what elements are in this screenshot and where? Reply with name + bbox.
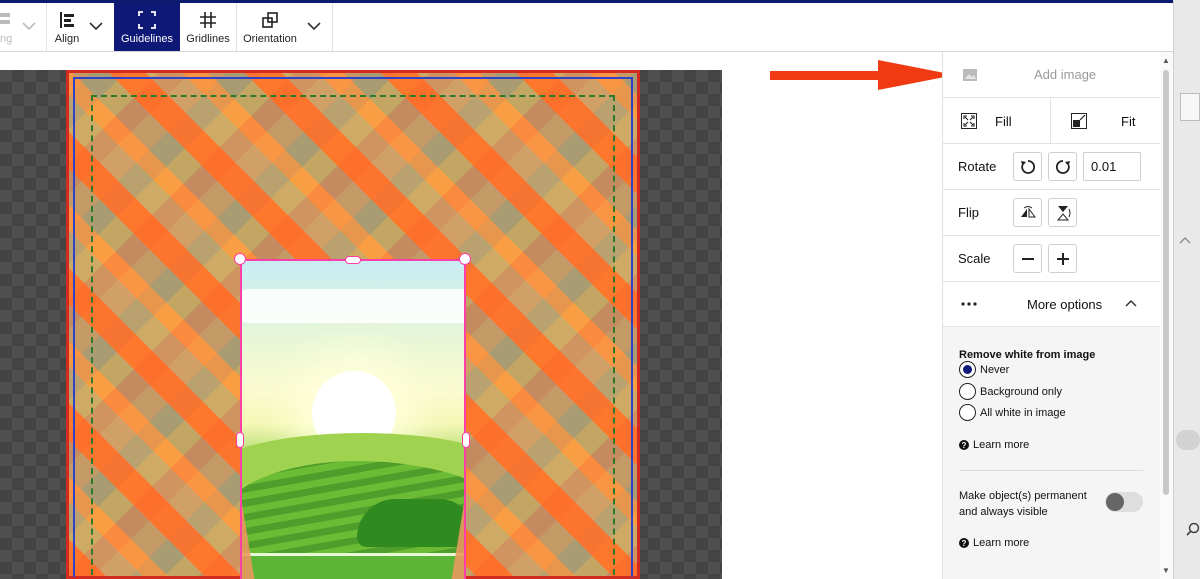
resize-handle-top-left[interactable] bbox=[234, 253, 246, 265]
radio-unselected[interactable] bbox=[959, 404, 976, 421]
fit-label: Fit bbox=[1121, 113, 1136, 129]
help-icon: ? bbox=[959, 538, 969, 548]
orientation-icon bbox=[262, 12, 278, 28]
remove-white-option-all[interactable]: All white in image bbox=[959, 404, 1066, 421]
fill-fit-row: Fill Fit bbox=[943, 98, 1161, 144]
chevron-up-icon bbox=[1125, 299, 1137, 307]
toolbar-partial-label: ng bbox=[0, 33, 13, 45]
flip-vertical-icon bbox=[1056, 205, 1070, 220]
guidelines-button[interactable]: Guidelines bbox=[114, 3, 180, 51]
image-grass bbox=[242, 553, 464, 579]
scale-decrease-button[interactable] bbox=[1013, 244, 1042, 273]
plus-icon bbox=[1056, 252, 1069, 265]
image-properties-panel: Add image Fill Fit Rotate Flip Scale bbox=[942, 52, 1161, 579]
red-arrow-icon bbox=[770, 60, 955, 90]
permanent-label: Make object(s) permanent and always visi… bbox=[959, 490, 1087, 518]
flip-row: Flip bbox=[943, 190, 1161, 236]
scale-increase-button[interactable] bbox=[1048, 244, 1077, 273]
fill-icon bbox=[961, 113, 977, 129]
radio-selected[interactable] bbox=[959, 361, 976, 378]
guidelines-icon bbox=[138, 11, 156, 29]
learn-more-label: Learn more bbox=[973, 537, 1030, 549]
image-mask-right bbox=[448, 491, 464, 579]
rotate-label: Rotate bbox=[958, 159, 997, 174]
resize-handle-right[interactable] bbox=[462, 432, 470, 448]
fill-label: Fill bbox=[995, 113, 1012, 129]
scale-label: Scale bbox=[958, 251, 991, 266]
radio-label: Never bbox=[980, 363, 1010, 376]
resize-handle-left[interactable] bbox=[236, 432, 244, 448]
more-options-label: More options bbox=[1027, 296, 1103, 312]
gridlines-button[interactable]: Gridlines bbox=[180, 3, 236, 51]
selected-image[interactable] bbox=[240, 259, 466, 579]
flip-label: Flip bbox=[958, 205, 979, 220]
chevron-down-icon[interactable] bbox=[305, 17, 323, 35]
rotate-left-icon bbox=[1020, 159, 1035, 174]
grid-icon bbox=[200, 12, 216, 28]
rotate-angle-input[interactable] bbox=[1083, 152, 1141, 181]
background-input bbox=[1180, 93, 1200, 121]
scale-row: Scale bbox=[943, 236, 1161, 282]
rotate-left-button[interactable] bbox=[1013, 152, 1042, 181]
fit-icon bbox=[1071, 113, 1087, 129]
more-options-section: Remove white from image Never Background… bbox=[943, 327, 1161, 579]
rotate-row: Rotate bbox=[943, 144, 1161, 190]
resize-handle-top-right[interactable] bbox=[459, 253, 471, 265]
image-icon bbox=[963, 68, 977, 81]
align-icon bbox=[60, 12, 74, 28]
search-icon bbox=[1186, 522, 1200, 536]
background-window-strip bbox=[1173, 0, 1200, 579]
resize-handle-top[interactable] bbox=[345, 256, 361, 264]
partial-icon bbox=[0, 13, 10, 24]
toolbar-separator bbox=[332, 3, 333, 51]
minus-icon bbox=[1021, 257, 1034, 260]
toolbar-partial-button[interactable]: ng bbox=[0, 3, 22, 51]
orientation-label: Orientation bbox=[243, 33, 297, 45]
more-dots-icon bbox=[961, 302, 977, 306]
radio-label: Background only bbox=[980, 385, 1062, 398]
align-button[interactable]: Align bbox=[47, 3, 87, 51]
help-icon: ? bbox=[959, 440, 969, 450]
add-image-row[interactable]: Add image bbox=[943, 52, 1161, 98]
chevron-down-icon[interactable] bbox=[20, 17, 38, 35]
fill-button[interactable]: Fill bbox=[943, 98, 1051, 144]
guidelines-label: Guidelines bbox=[121, 33, 173, 45]
background-toggle bbox=[1176, 430, 1200, 450]
scroll-down-icon[interactable]: ▼ bbox=[1162, 566, 1170, 575]
design-canvas[interactable] bbox=[0, 52, 942, 579]
rotate-right-button[interactable] bbox=[1048, 152, 1077, 181]
add-image-button[interactable]: Add image bbox=[1034, 67, 1096, 82]
align-label: Align bbox=[54, 33, 80, 45]
radio-unselected[interactable] bbox=[959, 383, 976, 400]
rotate-right-icon bbox=[1055, 159, 1070, 174]
learn-more-link[interactable]: ? Learn more bbox=[959, 439, 1029, 451]
radio-label: All white in image bbox=[980, 406, 1066, 419]
permanent-toggle[interactable] bbox=[1105, 492, 1143, 512]
remove-white-option-background[interactable]: Background only bbox=[959, 383, 1062, 400]
learn-more-label: Learn more bbox=[973, 439, 1030, 451]
gridlines-label: Gridlines bbox=[186, 33, 230, 45]
toolbar: ng Align Guidelines Gridlines Orientatio… bbox=[0, 3, 1173, 52]
remove-white-title: Remove white from image bbox=[959, 349, 1096, 361]
flip-horizontal-button[interactable] bbox=[1013, 198, 1042, 227]
flip-vertical-button[interactable] bbox=[1048, 198, 1077, 227]
section-divider bbox=[959, 470, 1143, 471]
flip-horizontal-icon bbox=[1020, 205, 1036, 217]
chevron-down-icon[interactable] bbox=[87, 17, 105, 35]
image-cloud bbox=[242, 289, 464, 323]
panel-scrollbar-thumb[interactable] bbox=[1163, 70, 1169, 495]
learn-more-link[interactable]: ? Learn more bbox=[959, 537, 1029, 549]
scroll-up-icon[interactable]: ▲ bbox=[1162, 56, 1170, 65]
fit-button[interactable]: Fit bbox=[1051, 98, 1161, 144]
remove-white-option-never[interactable]: Never bbox=[959, 361, 1009, 378]
more-options-toggle[interactable]: More options bbox=[943, 282, 1161, 327]
image-mask-left bbox=[242, 491, 258, 579]
orientation-button[interactable]: Orientation bbox=[237, 3, 303, 51]
chevron-up-icon bbox=[1179, 237, 1191, 244]
